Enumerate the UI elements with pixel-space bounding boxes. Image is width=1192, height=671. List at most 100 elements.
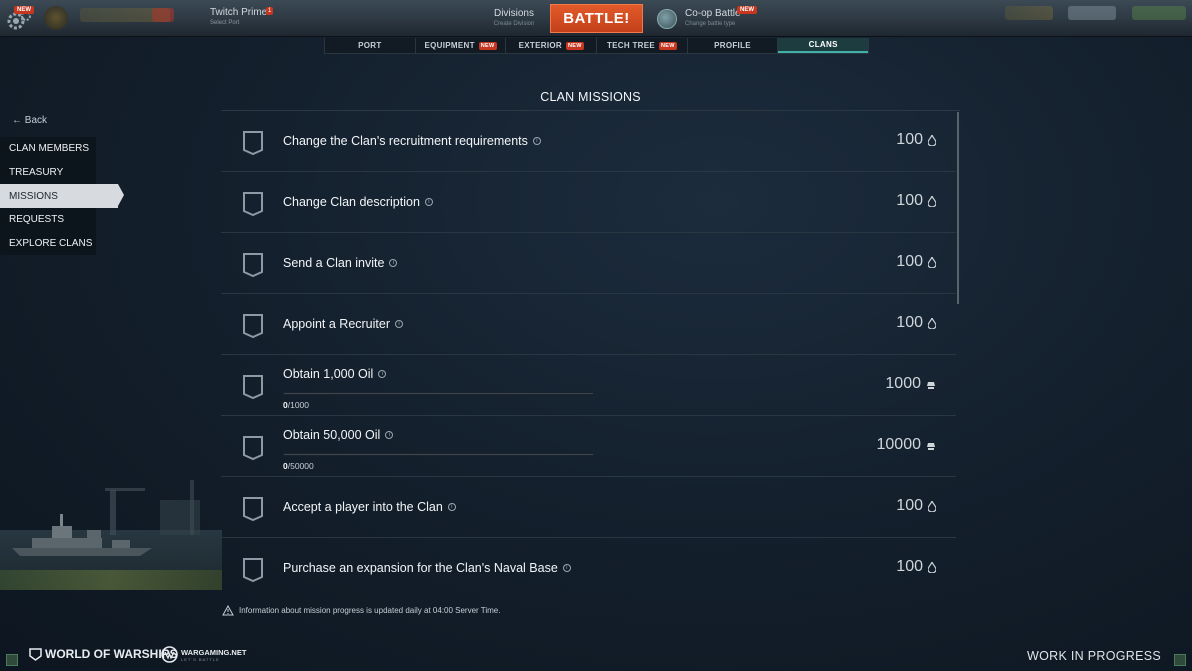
right-currency-blur-2 (1068, 6, 1116, 20)
sidebar-item-explore-clans[interactable]: EXPLORE CLANS (0, 231, 96, 256)
tab-clans[interactable]: CLANS (778, 38, 869, 53)
mission-reward: 100 (896, 558, 936, 576)
mission-shield-icon (243, 131, 263, 156)
mission-shield-icon (243, 558, 263, 583)
wargaming-logo-icon (161, 646, 178, 663)
mission-name: Appoint a Recruiter (283, 317, 391, 331)
sidebar-item-clan-members[interactable]: CLAN MEMBERS (0, 137, 96, 161)
oil-drop-icon (928, 195, 936, 207)
mission-row[interactable]: Accept a player into the Clan i 100 (221, 477, 956, 538)
wows-logo-text: WORLD OF WARSHIPS (45, 647, 178, 661)
oil-drop-icon (928, 134, 936, 146)
mission-name-row: Obtain 50,000 Oil i (283, 428, 394, 442)
mission-name: Change Clan description (283, 195, 420, 209)
steel-icon (927, 442, 935, 450)
mission-shield-icon (243, 253, 263, 278)
mission-reward: 100 (896, 131, 936, 149)
mission-row[interactable]: Change Clan description i 100 (221, 172, 956, 233)
tab-equipment-new-badge: NEW (478, 41, 497, 50)
rank-insignia-icon[interactable] (44, 6, 68, 30)
oil-drop-icon (928, 317, 936, 329)
back-link[interactable]: ← Back (12, 115, 47, 126)
info-icon[interactable]: i (562, 564, 571, 572)
wargaming-logo-text: WARGAMING.NET (181, 647, 247, 657)
mission-shield-icon (243, 497, 263, 522)
tab-equipment[interactable]: EQUIPMENT NEW (416, 38, 507, 53)
info-icon[interactable]: i (378, 370, 387, 378)
reward-amount: 1000 (885, 375, 921, 392)
mission-name-row: Change Clan description i (283, 195, 433, 209)
wargaming-logo-text-group: WARGAMING.NET LET'S BATTLE (181, 648, 246, 662)
right-currency-blur-3 (1132, 6, 1186, 20)
mission-name-row: Obtain 1,000 Oil i (283, 367, 387, 381)
battle-button[interactable]: BATTLE! (550, 4, 643, 33)
mission-name-row: Change the Clan's recruitment requiremen… (283, 134, 541, 148)
harbor-crane-image (105, 480, 200, 535)
sidebar-item-missions[interactable]: MISSIONS (0, 184, 124, 208)
reward-amount: 100 (896, 497, 923, 514)
info-icon[interactable]: i (385, 431, 394, 439)
tab-port[interactable]: PORT (325, 38, 416, 53)
divisions-subtitle: Create Division (493, 21, 535, 27)
battle-type-selector[interactable]: Co-op Battle Change battle type (685, 8, 741, 27)
page-title: CLAN MISSIONS (540, 90, 641, 104)
mission-row[interactable]: Appoint a Recruiter i 100 (221, 294, 956, 355)
mission-reward: 100 (896, 497, 936, 515)
divisions-title: Divisions (493, 8, 534, 19)
reward-amount: 100 (896, 314, 923, 331)
mission-info-text: Information about mission progress is up… (239, 606, 501, 615)
mission-row[interactable]: Purchase an expansion for the Clan's Nav… (221, 538, 956, 599)
twitch-prime[interactable]: Twitch Prime Select Port (210, 7, 267, 26)
mission-shield-icon (243, 192, 263, 217)
tab-exterior[interactable]: EXTERIOR NEW (506, 38, 598, 53)
mission-row[interactable]: Send a Clan invite i 100 (221, 233, 956, 294)
mission-progress-text: 0/1000 (283, 400, 309, 410)
battle-type-new-badge: NEW (737, 6, 757, 14)
wargaming-logo: WARGAMING.NET LET'S BATTLE (161, 646, 246, 663)
mission-name-row: Send a Clan invite i (283, 256, 398, 270)
battle-type-subtitle: Change battle type (685, 21, 736, 27)
mission-list: Change the Clan's recruitment requiremen… (221, 111, 956, 599)
info-icon[interactable]: i (395, 320, 404, 328)
tab-equipment-label: EQUIPMENT (424, 41, 475, 50)
wows-shield-icon (29, 647, 42, 661)
mission-name-row: Purchase an expansion for the Clan's Nav… (283, 561, 571, 575)
twitch-subtitle: Select Port (210, 20, 240, 26)
tab-clans-label: CLANS (808, 40, 838, 49)
mission-reward: 100 (896, 314, 936, 332)
harbor-shore (0, 570, 222, 590)
mission-row[interactable]: Obtain 50,000 Oil i 0/50000 10000 (221, 416, 956, 477)
mission-reward: 10000 (877, 436, 937, 454)
sidebar-item-treasury[interactable]: TREASURY (0, 160, 96, 185)
mission-name: Obtain 1,000 Oil (283, 367, 374, 381)
divisions-button[interactable]: Divisions Create Division (478, 8, 550, 27)
reward-amount: 100 (896, 558, 923, 575)
mission-name: Purchase an expansion for the Clan's Nav… (283, 561, 558, 575)
mission-reward: 1000 (885, 375, 936, 393)
info-icon[interactable]: i (424, 198, 433, 206)
chat-icon[interactable] (6, 654, 18, 666)
sidebar-item-requests[interactable]: REQUESTS (0, 208, 96, 232)
reward-amount: 100 (896, 192, 923, 209)
mission-name: Obtain 50,000 Oil (283, 428, 381, 442)
back-label: Back (24, 115, 48, 126)
mission-list-scrollbar[interactable] (957, 112, 959, 304)
mission-row[interactable]: Change the Clan's recruitment requiremen… (221, 111, 956, 172)
reward-amount: 100 (896, 131, 923, 148)
info-icon[interactable]: i (532, 137, 541, 145)
mission-shield-icon (243, 314, 263, 339)
mission-row[interactable]: Obtain 1,000 Oil i 0/1000 1000 (221, 355, 956, 416)
tab-profile[interactable]: PROFILE (688, 38, 779, 53)
notifications-bell-icon[interactable] (1174, 654, 1186, 666)
mission-reward: 100 (896, 192, 936, 210)
coop-battle-icon[interactable] (657, 9, 677, 29)
steel-icon (927, 381, 935, 389)
info-icon[interactable]: i (447, 503, 456, 511)
tab-tech-tree[interactable]: TECH TREE NEW (597, 38, 688, 53)
tab-tech-tree-new-badge: NEW (659, 41, 677, 50)
tab-port-label: PORT (358, 41, 382, 50)
info-icon[interactable]: i (389, 259, 398, 267)
mission-reward: 100 (896, 253, 936, 271)
wargaming-tagline: LET'S BATTLE (181, 656, 220, 662)
battle-type-title: Co-op Battle (685, 8, 741, 19)
